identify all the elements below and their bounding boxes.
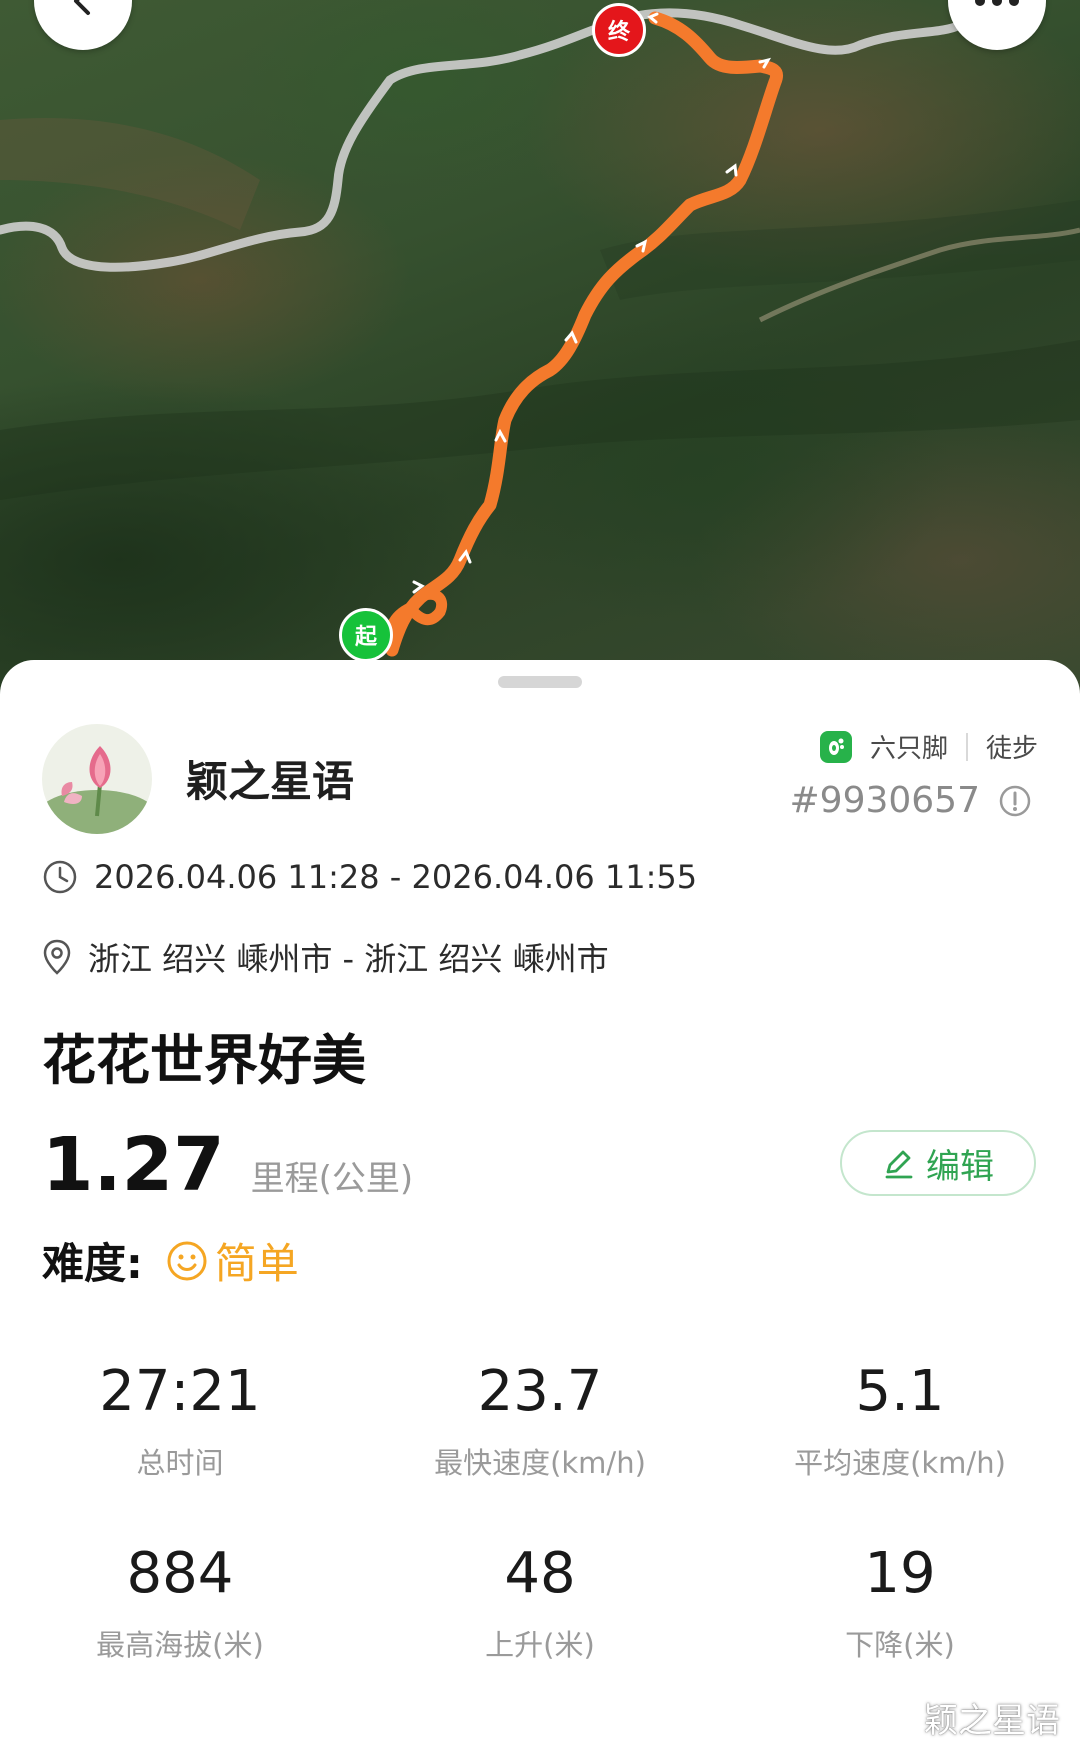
- stat-label: 最快速度(km/h): [434, 1446, 646, 1480]
- stat-label: 下降(米): [845, 1628, 955, 1662]
- distance: 1.27 里程(公里): [42, 1122, 413, 1208]
- record-id-row: #9930657: [790, 780, 1033, 821]
- stat-max-speed: 23.7 最快速度(km/h): [360, 1360, 720, 1482]
- separator: [965, 732, 968, 761]
- stat-total-time: 27:21 总时间: [0, 1360, 360, 1482]
- distance-value: 1.27: [42, 1122, 225, 1208]
- stat-descent: 19 下降(米): [720, 1542, 1080, 1664]
- record-id: #9930657: [789, 780, 981, 821]
- stats-grid: 27:21 总时间 23.7 最快速度(km/h) 5.1 平均速度(km/h)…: [0, 1360, 1080, 1664]
- stat-label: 上升(米): [485, 1628, 595, 1662]
- stat-avg-speed: 5.1 平均速度(km/h): [720, 1360, 1080, 1482]
- smile-icon: [167, 1241, 207, 1280]
- difficulty-label: 难度:: [42, 1239, 143, 1288]
- activity-detail-sheet: 颖之星语 六只脚 徒步 #9930657 2026.04.06 11:28 - …: [0, 660, 1080, 1750]
- distance-unit: 里程(公里): [250, 1159, 414, 1199]
- stat-value: 5.1: [855, 1359, 945, 1424]
- report-info-icon[interactable]: [998, 784, 1032, 818]
- stat-value: 27:21: [99, 1359, 261, 1424]
- route-path: [385, 11, 783, 657]
- end-marker[interactable]: 终: [592, 3, 646, 57]
- avatar[interactable]: [42, 724, 152, 834]
- difficulty-value-row: 简单: [165, 1230, 299, 1291]
- location-pin-icon: [43, 939, 71, 975]
- stat-label: 总时间: [136, 1446, 224, 1480]
- location-row: 浙江 绍兴 嵊州市 - 浙江 绍兴 嵊州市: [42, 934, 609, 980]
- stat-max-altitude: 884 最高海拔(米): [0, 1542, 360, 1664]
- location-text: 浙江 绍兴 嵊州市 - 浙江 绍兴 嵊州市: [88, 940, 609, 978]
- lotus-avatar-image: [42, 724, 152, 834]
- clock-icon: [43, 860, 77, 894]
- activity-type: 徒步: [985, 734, 1038, 764]
- difficulty-value: 简单: [214, 1239, 299, 1288]
- back-arrow-icon: [74, 0, 90, 15]
- route-map[interactable]: 终 起: [0, 0, 1080, 700]
- start-marker[interactable]: 起: [339, 608, 393, 662]
- app-source: 六只脚 徒步: [819, 728, 1038, 765]
- time-range: 2026.04.06 11:28 - 2026.04.06 11:55: [94, 858, 698, 896]
- username[interactable]: 颖之星语: [186, 748, 354, 809]
- stat-value: 48: [504, 1541, 576, 1606]
- edit-button[interactable]: 编辑: [840, 1130, 1036, 1196]
- edit-label: 编辑: [926, 1146, 994, 1187]
- drag-handle[interactable]: [498, 676, 582, 688]
- stat-value: 19: [864, 1541, 936, 1606]
- stat-label: 平均速度(km/h): [794, 1446, 1006, 1480]
- difficulty: 难度: 简单: [42, 1230, 299, 1291]
- stat-value: 23.7: [477, 1359, 603, 1424]
- stat-value: 884: [126, 1541, 234, 1606]
- watermark: 颖之星语: [924, 1701, 1060, 1741]
- stat-label: 最高海拔(米): [96, 1628, 264, 1662]
- app-name: 六只脚: [869, 734, 948, 764]
- footprint-app-icon: [819, 730, 852, 763]
- more-dots-icon: [975, 0, 1019, 6]
- map-overlay: [0, 8, 1080, 657]
- time-row: 2026.04.06 11:28 - 2026.04.06 11:55: [42, 858, 697, 896]
- route-title: 花花世界好美: [42, 1029, 366, 1092]
- pencil-icon: [885, 1150, 913, 1179]
- stat-ascent: 48 上升(米): [360, 1542, 720, 1664]
